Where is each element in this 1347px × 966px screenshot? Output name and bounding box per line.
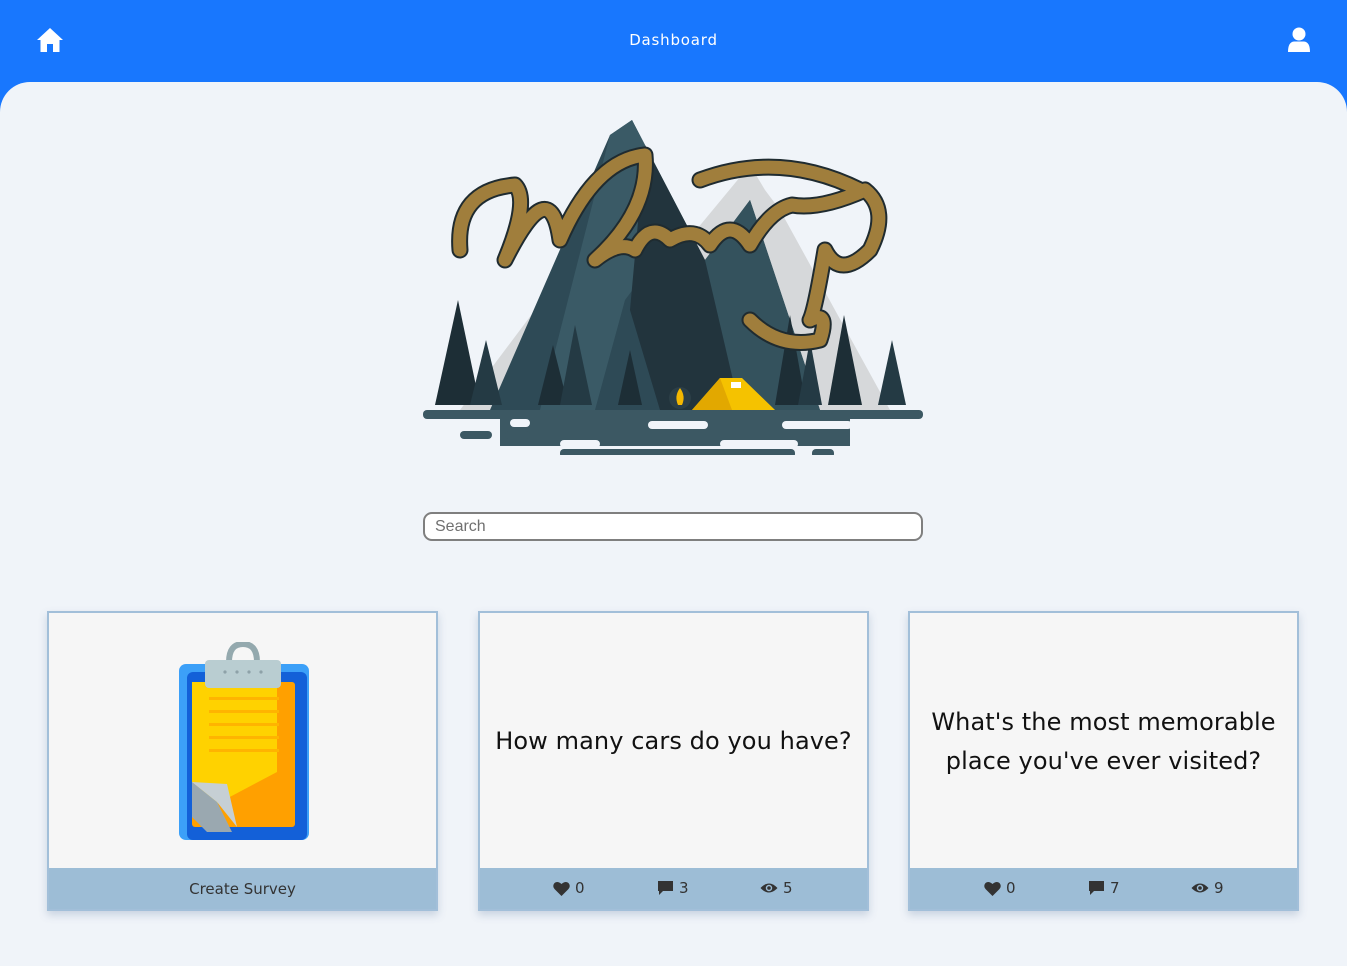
likes-count: 0 — [575, 879, 585, 897]
search-input[interactable] — [423, 512, 923, 541]
comment-icon — [658, 881, 673, 895]
comment-icon — [1089, 881, 1104, 895]
views-stat: 5 — [760, 879, 793, 897]
page-title: Dashboard — [629, 31, 718, 49]
views-count: 9 — [1214, 879, 1224, 897]
create-survey-card[interactable]: Create Survey — [47, 611, 438, 911]
views-stat: 9 — [1191, 879, 1224, 897]
card-body: What's the most memorable place you've e… — [910, 613, 1297, 870]
card-footer: 0 7 9 — [910, 868, 1297, 909]
card-body — [49, 613, 436, 870]
card-body: How many cars do you have? — [480, 613, 867, 870]
welcome-illustration — [423, 120, 923, 455]
clipboard-icon — [178, 641, 309, 840]
likes-count: 0 — [1006, 879, 1016, 897]
comments-stat: 3 — [657, 879, 689, 897]
comments-count: 7 — [1110, 879, 1120, 897]
survey-question: What's the most memorable place you've e… — [931, 707, 1276, 775]
survey-question: How many cars do you have? — [495, 727, 852, 755]
survey-card[interactable]: What's the most memorable place you've e… — [908, 611, 1299, 911]
comments-count: 3 — [679, 879, 689, 897]
user-icon — [1288, 27, 1310, 52]
card-footer: 0 3 5 — [480, 868, 867, 909]
top-nav-bar: Dashboard — [0, 0, 1347, 82]
create-survey-label: Create Survey — [189, 879, 296, 898]
likes-stat: 0 — [553, 879, 585, 897]
profile-button[interactable] — [1284, 24, 1314, 56]
heart-icon — [984, 881, 1001, 896]
main-content: Create Survey How many cars do you have?… — [0, 82, 1347, 966]
eye-icon — [1191, 883, 1209, 893]
comments-stat: 7 — [1088, 879, 1120, 897]
heart-icon — [553, 881, 570, 896]
survey-card[interactable]: How many cars do you have? 0 3 5 — [478, 611, 869, 911]
likes-stat: 0 — [984, 879, 1016, 897]
eye-icon — [760, 883, 778, 893]
card-footer: Create Survey — [49, 868, 436, 909]
views-count: 5 — [783, 879, 793, 897]
